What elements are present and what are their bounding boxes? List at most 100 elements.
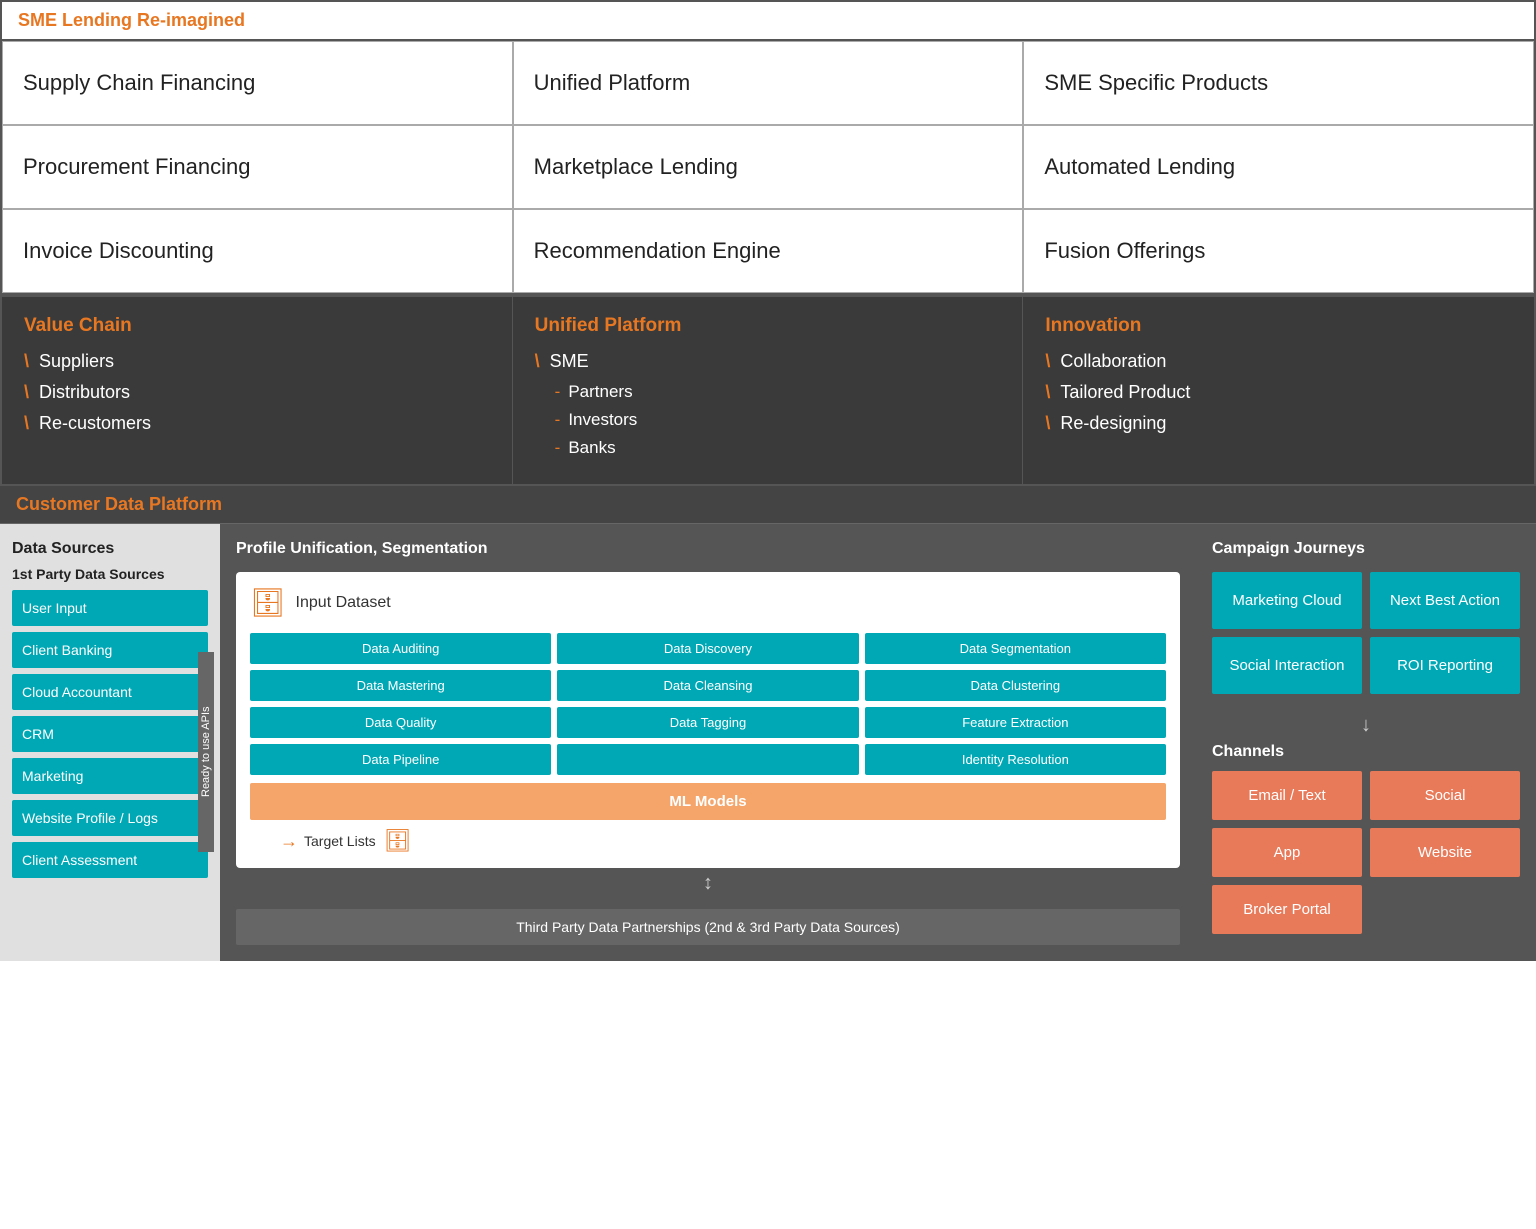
process-grid: Data Auditing Data Discovery Data Segmen…	[250, 633, 1166, 775]
vc-label-0: Suppliers	[39, 351, 114, 372]
dash-0: -	[555, 382, 561, 402]
sme-cell-8: Fusion Offerings	[1023, 209, 1534, 293]
input-dataset-label: Input Dataset	[296, 594, 391, 612]
updown-arrow: ↕	[236, 872, 1180, 895]
sme-header: SME Lending Re-imagined	[2, 2, 1534, 41]
channel-2: App	[1212, 828, 1362, 877]
target-row: → Target Lists 🗄	[250, 828, 1166, 854]
profile-col: Profile Unification, Segmentation Ready …	[220, 524, 1196, 961]
up-sub-2: - Banks	[555, 438, 1001, 458]
value-chain-header: Value Chain	[24, 315, 490, 337]
up-sub-0: - Partners	[555, 382, 1001, 402]
api-label: Ready to use APIs	[198, 652, 214, 852]
sme-cell-2: SME Specific Products	[1023, 41, 1534, 125]
cdp-body: Data Sources 1st Party Data Sources User…	[0, 524, 1536, 961]
down-arrow-icon: ↓	[1212, 714, 1520, 737]
up-sub-label-0: Partners	[568, 382, 632, 402]
dash-2: -	[555, 438, 561, 458]
dash-1: -	[555, 410, 561, 430]
pc-6: Data Quality	[250, 707, 551, 738]
pc-1: Data Discovery	[557, 633, 858, 664]
campaign-cell-3: ROI Reporting	[1370, 637, 1520, 694]
pc-4: Data Cleansing	[557, 670, 858, 701]
up-main-item: \ SME	[535, 351, 1001, 372]
ds-item-3: CRM	[12, 716, 208, 752]
pc-3: Data Mastering	[250, 670, 551, 701]
up-sub-1: - Investors	[555, 410, 1001, 430]
pc-0: Data Auditing	[250, 633, 551, 664]
unified-platform-col: Unified Platform \ SME - Partners - Inve…	[513, 297, 1024, 484]
target-label: Target Lists	[304, 833, 376, 849]
data-sources-title: Data Sources	[12, 540, 208, 558]
sme-cell-1: Unified Platform	[513, 41, 1024, 125]
profile-inner: 🗄 Input Dataset Data Auditing Data Disco…	[236, 572, 1180, 868]
vc-label-2: Re-customers	[39, 413, 151, 434]
sme-cell-6: Invoice Discounting	[2, 209, 513, 293]
channel-3: Website	[1370, 828, 1520, 877]
sme-cell-7: Recommendation Engine	[513, 209, 1024, 293]
data-sources-subtitle: 1st Party Data Sources	[12, 566, 208, 582]
ds-item-5: Website Profile / Logs	[12, 800, 208, 836]
channel-4: Broker Portal	[1212, 885, 1362, 934]
campaign-grid: Marketing Cloud Next Best Action Social …	[1212, 572, 1520, 694]
channels-title: Channels	[1212, 743, 1520, 761]
vc-label-1: Distributors	[39, 382, 130, 403]
sme-cell-3: Procurement Financing	[2, 125, 513, 209]
ds-item-4: Marketing	[12, 758, 208, 794]
profile-inner-wrapper: Ready to use APIs 🗄 Input Dataset Data A…	[236, 572, 1180, 868]
innovation-header: Innovation	[1045, 315, 1512, 337]
campaign-col-title: Campaign Journeys	[1212, 540, 1520, 558]
inn-label-1: Tailored Product	[1060, 382, 1190, 403]
campaign-cell-2: Social Interaction	[1212, 637, 1362, 694]
pc-7: Data Tagging	[557, 707, 858, 738]
sme-cell-5: Automated Lending	[1023, 125, 1534, 209]
inn-item-1: \ Tailored Product	[1045, 382, 1512, 403]
profile-col-title: Profile Unification, Segmentation	[236, 540, 1180, 558]
cdp-header: Customer Data Platform	[0, 486, 1536, 524]
ds-item-1: Client Banking	[12, 632, 208, 668]
up-sub-label-2: Banks	[568, 438, 615, 458]
up-bullet: \	[535, 351, 540, 372]
data-sources-col: Data Sources 1st Party Data Sources User…	[0, 524, 220, 961]
innovation-col: Innovation \ Collaboration \ Tailored Pr…	[1023, 297, 1534, 484]
vc-item-0: \ Suppliers	[24, 351, 490, 372]
pc-5: Data Clustering	[865, 670, 1166, 701]
db-icon: 🗄	[250, 586, 286, 619]
arrow-right-icon: →	[280, 831, 298, 852]
cdp-section: Customer Data Platform Data Sources 1st …	[0, 486, 1536, 961]
sme-section: SME Lending Re-imagined Supply Chain Fin…	[0, 0, 1536, 295]
channel-0: Email / Text	[1212, 771, 1362, 820]
inn-bullet-1: \	[1045, 382, 1050, 403]
db-icon-small: 🗄	[384, 828, 412, 854]
ml-models-bar: ML Models	[250, 783, 1166, 820]
pc-11: Identity Resolution	[865, 744, 1166, 775]
ds-item-0: User Input	[12, 590, 208, 626]
pc-2: Data Segmentation	[865, 633, 1166, 664]
bullet-2: \	[24, 413, 29, 434]
campaign-cell-1: Next Best Action	[1370, 572, 1520, 629]
sme-cell-0: Supply Chain Financing	[2, 41, 513, 125]
sme-grid: Supply Chain Financing Unified Platform …	[2, 41, 1534, 293]
third-party-bar: Third Party Data Partnerships (2nd & 3rd…	[236, 909, 1180, 945]
sme-cell-4: Marketplace Lending	[513, 125, 1024, 209]
mid-section: Value Chain \ Suppliers \ Distributors \…	[0, 295, 1536, 486]
pc-9: Data Pipeline	[250, 744, 551, 775]
unified-platform-header: Unified Platform	[535, 315, 1001, 337]
input-dataset-row: 🗄 Input Dataset	[250, 586, 1166, 619]
ds-item-2: Cloud Accountant	[12, 674, 208, 710]
value-chain-col: Value Chain \ Suppliers \ Distributors \…	[2, 297, 513, 484]
up-main-label: SME	[550, 351, 589, 372]
inn-bullet-2: \	[1045, 413, 1050, 434]
inn-item-0: \ Collaboration	[1045, 351, 1512, 372]
inn-item-2: \ Re-designing	[1045, 413, 1512, 434]
bullet-1: \	[24, 382, 29, 403]
campaign-cell-0: Marketing Cloud	[1212, 572, 1362, 629]
pc-10	[557, 744, 858, 775]
vc-item-1: \ Distributors	[24, 382, 490, 403]
ds-item-6: Client Assessment	[12, 842, 208, 878]
inn-bullet-0: \	[1045, 351, 1050, 372]
pc-8: Feature Extraction	[865, 707, 1166, 738]
campaign-col: Campaign Journeys Marketing Cloud Next B…	[1196, 524, 1536, 961]
inn-label-2: Re-designing	[1060, 413, 1166, 434]
bullet-0: \	[24, 351, 29, 372]
